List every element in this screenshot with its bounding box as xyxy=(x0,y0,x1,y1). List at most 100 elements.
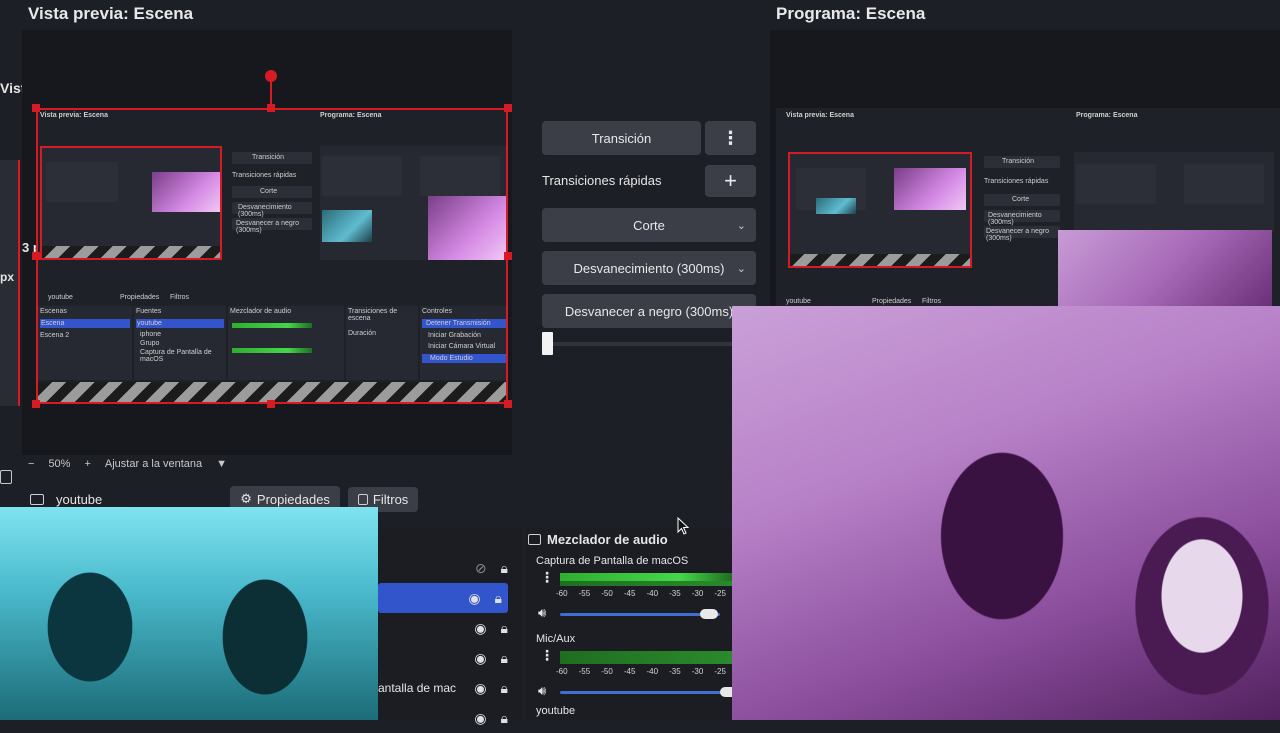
eye-hidden-icon[interactable]: ⊘ xyxy=(475,560,487,577)
fade-transition-dropdown[interactable]: Desvanecimiento (300ms) ⌄ xyxy=(542,251,756,285)
nested-sources-dock: Fuentes youtube iphone Grupo Captura de … xyxy=(134,306,226,380)
volume-slider[interactable] xyxy=(560,687,738,697)
zoom-bar: − 50% + Ajustar a la ventana ▼ xyxy=(22,454,512,474)
eye-icon[interactable]: ◉ xyxy=(468,590,480,607)
lock-icon[interactable]: 🔒︎ xyxy=(501,680,508,697)
rotation-handle[interactable] xyxy=(265,70,277,82)
fit-window-dropdown[interactable]: Ajustar a la ventana xyxy=(105,458,202,470)
volume-knob[interactable] xyxy=(700,609,718,619)
meter-scale: -60 -55 -50 -45 -40 -35 -30 -25 xyxy=(556,667,726,676)
t-bar-track[interactable] xyxy=(542,342,732,346)
nested-cam-thumb xyxy=(152,172,220,212)
mixer-header: Mezclador de audio xyxy=(547,532,668,547)
nested-controls-dock: Controles Detener Transmisión Iniciar Gr… xyxy=(420,306,506,380)
chevron-down-icon[interactable]: ▼ xyxy=(216,458,227,470)
lock-icon[interactable]: 🔒︎ xyxy=(501,560,508,577)
audio-mixer-dock: Mezclador de audio Captura de Pantalla d… xyxy=(526,528,738,720)
nested-filters: Filtros xyxy=(170,294,190,301)
nested-program-title: Programa: Escena xyxy=(320,112,382,119)
resize-handle-b[interactable] xyxy=(267,400,275,408)
cut-label: Corte xyxy=(633,217,665,233)
vertical-dots-icon[interactable]: ⋮ xyxy=(705,121,756,155)
resize-handle-r[interactable] xyxy=(504,252,512,260)
meter-scale: -60 -55 -50 -45 -40 -35 -30 -25 xyxy=(556,589,726,598)
fade-label: Desvanecimiento (300ms) xyxy=(573,260,725,276)
nested-transition-btn: Transición xyxy=(252,154,285,161)
plus-icon[interactable]: + xyxy=(705,165,756,197)
nested-program-frame xyxy=(320,146,506,260)
source-row[interactable]: antalla de mac ◉ 🔒︎ xyxy=(378,673,522,703)
prog-nested-preview xyxy=(788,152,972,268)
filter-icon xyxy=(357,493,368,505)
prog-nested-source: youtube xyxy=(786,298,811,305)
program-webcam-thumbnail xyxy=(1058,230,1272,308)
source-row[interactable]: ◉ 🔒︎ xyxy=(378,703,522,733)
transition-button[interactable]: Transición xyxy=(542,121,701,155)
nested-props: Propiedades xyxy=(120,294,160,301)
properties-label: Propiedades xyxy=(256,491,330,507)
lock-icon[interactable]: 🔒︎ xyxy=(501,650,508,667)
eye-icon[interactable]: ◉ xyxy=(474,650,486,667)
nested-mixer-dock: Mezclador de audio xyxy=(228,306,344,380)
lock-icon[interactable]: 🔒︎ xyxy=(495,590,502,607)
display-source-icon xyxy=(30,493,44,505)
eye-icon[interactable]: ◉ xyxy=(474,620,486,637)
fade-to-black-button[interactable]: Desvanecer a negro (300ms) xyxy=(542,294,756,328)
cut-transition-dropdown[interactable]: Corte ⌄ xyxy=(542,208,756,242)
resize-handle-l[interactable] xyxy=(32,252,40,260)
nested-quick: Transiciones rápidas xyxy=(232,172,297,179)
size-readout-2: px xyxy=(0,270,15,284)
vertical-dots-icon[interactable]: ⋮ xyxy=(540,647,554,664)
nested-hatch-bottom xyxy=(38,382,506,402)
volume-slider[interactable] xyxy=(560,609,720,619)
preview-title: Vista previa: Escena xyxy=(28,4,194,23)
program-title: Programa: Escena xyxy=(776,4,926,23)
prog-nested-filters: Filtros xyxy=(922,298,942,305)
source-row[interactable]: ◉ 🔒︎ xyxy=(378,643,522,673)
filters-label: Filtros xyxy=(372,491,409,507)
gear-icon: ⚙ xyxy=(240,491,252,506)
quick-transitions-label: Transiciones rápidas xyxy=(542,173,662,188)
lock-icon[interactable]: 🔒︎ xyxy=(501,620,508,637)
webcam-feed-teal xyxy=(0,507,378,720)
prog-nested-quick: Transiciones rápidas xyxy=(984,178,1049,185)
level-meter xyxy=(560,581,732,586)
prog-nested-preview-title: Vista previa: Escena xyxy=(786,112,854,119)
level-meter xyxy=(560,659,732,664)
chevron-down-icon: ⌄ xyxy=(736,219,746,232)
channel-name-mic: Mic/Aux xyxy=(536,633,576,645)
vertical-dots-icon[interactable]: ⋮ xyxy=(540,569,554,586)
resize-handle-t[interactable] xyxy=(267,104,275,112)
lock-icon[interactable]: 🔒︎ xyxy=(501,710,508,727)
channel-name-youtube: youtube xyxy=(536,705,576,717)
nested-obs-capture[interactable]: Vista previa: Escena Programa: Escena Tr… xyxy=(36,108,508,404)
resize-handle-tl[interactable] xyxy=(32,104,40,112)
source-row[interactable]: ◉ 🔒︎ xyxy=(378,613,522,643)
source-row[interactable]: ⊘ 🔒︎ xyxy=(378,553,522,583)
speaker-icon[interactable]: 🔊︎ xyxy=(538,605,546,621)
speaker-icon[interactable]: 🔊︎ xyxy=(538,683,546,699)
eye-icon[interactable]: ◉ xyxy=(474,710,486,727)
resize-handle-tr[interactable] xyxy=(504,104,512,112)
prog-nested-program-title: Programa: Escena xyxy=(1076,112,1138,119)
nested-cut: Corte xyxy=(260,188,278,195)
nested-fade-black: Desvanecer a negro (300ms) xyxy=(236,220,300,234)
webcam-feed-purple xyxy=(732,306,1280,720)
source-name: youtube xyxy=(56,491,103,507)
source-label-clipped: antalla de mac xyxy=(378,681,457,695)
nested-scenes-dock: Escenas Escena Escena 2 xyxy=(38,306,132,380)
nested-fade: Desvanecimiento (300ms) xyxy=(238,204,292,218)
sources-dock: ⊘ 🔒︎ ◉ 🔒︎ ◉ 🔒︎ ◉ 🔒︎ antalla de mac ◉ 🔒︎ … xyxy=(378,528,522,726)
zoom-out-button[interactable]: − xyxy=(28,458,34,470)
source-row-selected[interactable]: ◉ 🔒︎ xyxy=(378,583,508,613)
monitor-icon xyxy=(0,470,12,484)
nested-preview-title: Vista previa: Escena xyxy=(40,112,108,119)
prog-nested-props: Propiedades xyxy=(872,298,912,305)
level-meter xyxy=(560,651,732,659)
eye-icon[interactable]: ◉ xyxy=(474,680,486,697)
zoom-in-button[interactable]: + xyxy=(84,458,90,470)
resize-handle-bl[interactable] xyxy=(32,400,40,408)
t-bar-handle[interactable] xyxy=(542,332,553,355)
resize-handle-br[interactable] xyxy=(504,400,512,408)
channel-name-macos: Captura de Pantalla de macOS xyxy=(536,555,689,567)
